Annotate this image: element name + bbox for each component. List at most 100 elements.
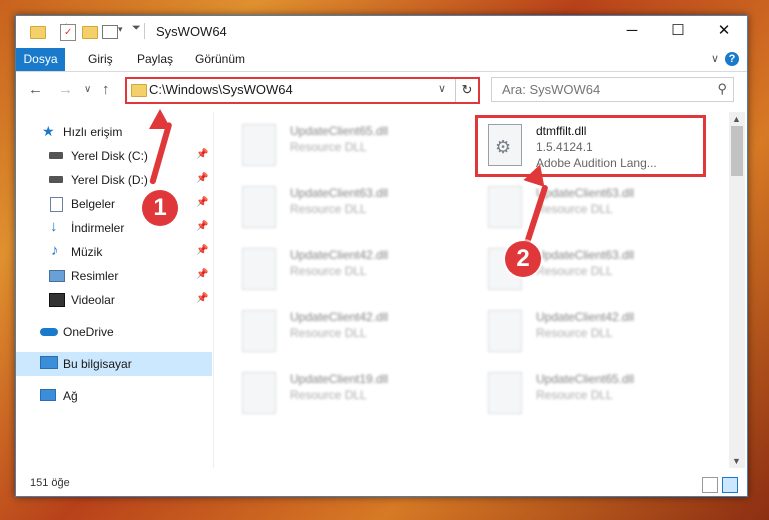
item-count: 151 öğe bbox=[30, 477, 70, 489]
recent-chevron-icon[interactable]: ∨ bbox=[84, 84, 91, 95]
sidebar-item-label: Ağ bbox=[63, 389, 78, 403]
pin-icon[interactable]: 📌 bbox=[196, 221, 208, 232]
address-bar[interactable]: C:\Windows\SysWOW64 ∨ ↻ bbox=[125, 77, 480, 104]
file-name: UpdateClient19.dll bbox=[290, 372, 389, 386]
sidebar-item-videos[interactable]: Videolar 📌 bbox=[16, 288, 212, 312]
file-item[interactable]: UpdateClient42.dll Resource DLL bbox=[230, 242, 460, 294]
up-arrow-icon[interactable]: ↑ bbox=[102, 81, 110, 98]
sidebar-item-downloads[interactable]: ↓ İndirmeler 📌 bbox=[16, 216, 212, 240]
pin-icon[interactable]: 📌 bbox=[196, 149, 208, 160]
sidebar-item-label: Resimler bbox=[71, 269, 119, 283]
vertical-scrollbar[interactable]: ▲ ▼ bbox=[729, 112, 745, 468]
tab-file[interactable]: Dosya bbox=[16, 48, 65, 71]
pin-icon[interactable]: 📌 bbox=[196, 197, 208, 208]
scroll-up-icon[interactable]: ▲ bbox=[732, 114, 741, 124]
download-icon: ↓ bbox=[50, 218, 58, 235]
pin-icon[interactable]: 📌 bbox=[196, 269, 208, 280]
forward-arrow-icon[interactable]: → bbox=[58, 81, 73, 98]
file-item[interactable]: UpdateClient65.dll Resource DLL bbox=[230, 118, 460, 170]
folder-icon bbox=[131, 84, 147, 97]
large-icons-view-icon[interactable] bbox=[722, 477, 738, 493]
search-input[interactable] bbox=[500, 81, 704, 98]
properties-icon[interactable]: ✓ bbox=[60, 24, 76, 41]
search-box[interactable]: ⚲ bbox=[491, 77, 734, 102]
tab-view[interactable]: Görünüm bbox=[185, 48, 255, 71]
file-name: UpdateClient42.dll bbox=[536, 310, 635, 324]
dll-file-icon bbox=[242, 124, 276, 166]
tab-home[interactable]: Giriş bbox=[78, 48, 123, 71]
file-type: Resource DLL bbox=[536, 264, 613, 278]
status-bar: 151 öğe bbox=[16, 472, 747, 496]
refresh-button[interactable]: ↻ bbox=[455, 79, 478, 102]
sidebar-item-label: OneDrive bbox=[63, 325, 114, 339]
file-item[interactable]: UpdateClient19.dll Resource DLL bbox=[230, 366, 460, 418]
dll-file-icon bbox=[242, 248, 276, 290]
music-icon: ♪ bbox=[51, 242, 59, 259]
view-icon[interactable] bbox=[102, 25, 118, 39]
address-path[interactable]: C:\Windows\SysWOW64 bbox=[149, 82, 293, 97]
file-type: Resource DLL bbox=[536, 202, 613, 216]
pin-icon[interactable]: 📌 bbox=[196, 293, 208, 304]
step-marker-1: 1 bbox=[142, 190, 178, 226]
file-highlight-box bbox=[475, 115, 706, 177]
pin-icon[interactable]: 📌 bbox=[196, 173, 208, 184]
sidebar-item-label: Yerel Disk (D:) bbox=[71, 173, 148, 187]
sidebar-item-local-disk-d[interactable]: Yerel Disk (D:) 📌 bbox=[16, 168, 212, 192]
minimize-button[interactable]: ─ bbox=[609, 16, 655, 46]
step-marker-2: 2 bbox=[505, 241, 541, 277]
scroll-thumb[interactable] bbox=[731, 126, 743, 176]
file-name: UpdateClient65.dll bbox=[290, 124, 389, 138]
cloud-icon bbox=[40, 328, 58, 336]
sidebar-item-documents[interactable]: Belgeler 📌 bbox=[16, 192, 212, 216]
chevron-down-icon[interactable]: ▾ bbox=[118, 24, 123, 40]
customize-toolbar-icon[interactable]: ⏷ bbox=[132, 22, 141, 38]
chevron-down-icon[interactable]: ∨ bbox=[711, 52, 719, 65]
search-icon[interactable]: ⚲ bbox=[717, 81, 727, 97]
help-icon[interactable]: ? bbox=[725, 52, 739, 66]
sidebar-item-label: Hızlı erişim bbox=[63, 125, 123, 139]
file-item[interactable]: UpdateClient65.dll Resource DLL bbox=[476, 366, 706, 418]
new-folder-icon[interactable] bbox=[82, 26, 98, 39]
separator bbox=[144, 23, 145, 39]
dll-file-icon bbox=[242, 310, 276, 352]
sidebar-item-local-disk-c[interactable]: Yerel Disk (C:) 📌 bbox=[16, 144, 212, 168]
sidebar-item-label: Belgeler bbox=[71, 197, 116, 211]
scroll-down-icon[interactable]: ▼ bbox=[732, 456, 741, 466]
file-item[interactable]: UpdateClient42.dll Resource DLL bbox=[476, 304, 706, 356]
dll-file-icon bbox=[488, 186, 522, 228]
pin-icon[interactable]: 📌 bbox=[196, 245, 208, 256]
star-icon: ★ bbox=[42, 123, 55, 139]
sidebar-item-quick-access[interactable]: ★ Hızlı erişim bbox=[16, 120, 212, 144]
documents-icon bbox=[50, 197, 63, 212]
sidebar-item-this-pc[interactable]: Bu bilgisayar bbox=[16, 352, 212, 376]
file-item[interactable]: UpdateClient63.dll Resource DLL bbox=[230, 180, 460, 232]
sidebar-item-label: Bu bilgisayar bbox=[63, 357, 132, 371]
file-type: Resource DLL bbox=[290, 140, 367, 154]
file-item[interactable]: UpdateClient63.dll Resource DLL bbox=[476, 180, 706, 232]
back-arrow-icon[interactable]: ← bbox=[28, 81, 43, 98]
file-type: Resource DLL bbox=[290, 264, 367, 278]
file-name: UpdateClient42.dll bbox=[290, 248, 389, 262]
file-item[interactable]: UpdateClient42.dll Resource DLL bbox=[230, 304, 460, 356]
dll-file-icon bbox=[488, 310, 522, 352]
videos-icon bbox=[49, 293, 65, 307]
sidebar-item-onedrive[interactable]: OneDrive bbox=[16, 320, 212, 344]
maximize-button[interactable]: ☐ bbox=[655, 16, 701, 46]
explorer-window: ✓ ▾ ⏷ SysWOW64 ─ ☐ ✕ Dosya Giriş Paylaş … bbox=[15, 15, 748, 497]
file-type: Resource DLL bbox=[290, 202, 367, 216]
sidebar-item-network[interactable]: Ağ bbox=[16, 384, 212, 408]
navigation-pane: ★ Hızlı erişim Yerel Disk (C:) 📌 Yerel D… bbox=[16, 112, 212, 472]
sidebar-item-label: Videolar bbox=[71, 293, 115, 307]
sidebar-item-music[interactable]: ♪ Müzik 📌 bbox=[16, 240, 212, 264]
sidebar-item-label: Müzik bbox=[71, 245, 103, 259]
chevron-down-icon[interactable]: ∨ bbox=[438, 82, 446, 95]
file-type: Resource DLL bbox=[536, 326, 613, 340]
file-type: Resource DLL bbox=[290, 326, 367, 340]
tab-share[interactable]: Paylaş bbox=[127, 48, 183, 71]
details-view-icon[interactable] bbox=[702, 477, 718, 493]
close-button[interactable]: ✕ bbox=[701, 16, 747, 46]
file-type: Resource DLL bbox=[290, 388, 367, 402]
file-name: UpdateClient63.dll bbox=[536, 248, 635, 262]
pictures-icon bbox=[49, 270, 65, 282]
sidebar-item-pictures[interactable]: Resimler 📌 bbox=[16, 264, 212, 288]
